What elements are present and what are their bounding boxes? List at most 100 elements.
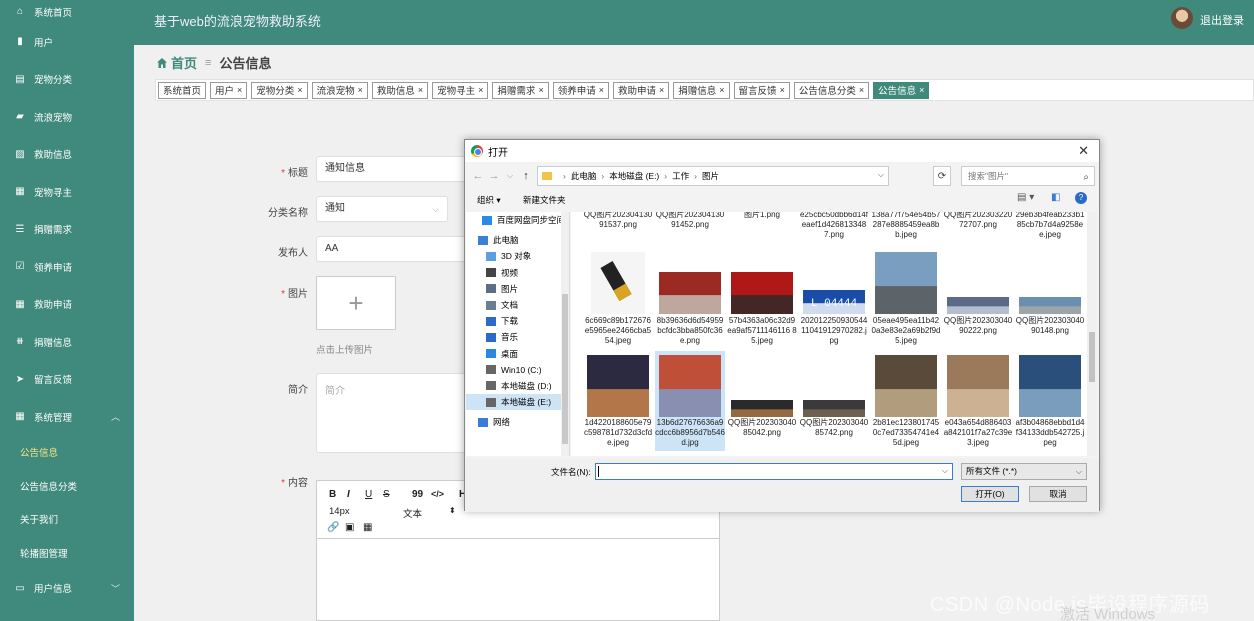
close-icon[interactable]: × <box>659 85 664 95</box>
file-name[interactable]: 6c669c89b172676e5965ee2466cba554.jpeg <box>583 316 653 346</box>
file-name[interactable]: 05eae495ea11b420a3e83e2a69b2f9d5.jpeg <box>871 316 941 346</box>
search-input[interactable]: 搜索"图片" ⌕ <box>961 166 1095 186</box>
file-thumbnail[interactable] <box>1019 355 1081 417</box>
filetype-select[interactable]: 所有文件 (*.*) ⌵ <box>961 463 1087 480</box>
strike-button[interactable]: S <box>383 489 390 500</box>
sidebar-subitem[interactable]: 公告信息 <box>0 436 134 470</box>
open-button[interactable]: 打开(O) <box>961 486 1019 502</box>
refresh-icon[interactable]: ⟳ <box>933 166 951 186</box>
tab[interactable]: 留言反馈 × <box>733 81 790 99</box>
sidebar-item[interactable]: ▦ 宠物寻主 <box>0 173 134 211</box>
file-name[interactable]: 图片1.png <box>727 212 797 220</box>
nav-pane-item[interactable]: 下载 <box>466 313 569 329</box>
file-name[interactable]: af3b04868ebbd1d4f34133ddb542725.jpeg <box>1015 418 1085 448</box>
tab[interactable]: 捐赠信息 × <box>673 81 730 99</box>
path-box[interactable]: › 此电脑 › 本地磁盘 (E:) › 工作 › 图片 ⌵ <box>537 166 889 186</box>
up-arrow-icon[interactable]: ↑ <box>519 170 533 182</box>
path-segment[interactable]: 工作 <box>672 170 689 182</box>
file-thumbnail[interactable] <box>947 355 1009 417</box>
sidebar-subitem[interactable]: 关于我们 <box>0 503 134 537</box>
image-upload-button[interactable]: + <box>316 276 396 330</box>
file-name[interactable]: QQ图片20230322072707.png <box>943 212 1013 230</box>
path-segment[interactable]: 图片 <box>702 170 719 182</box>
view-icon[interactable]: ▤ ▾ <box>1017 192 1034 203</box>
file-thumbnail[interactable] <box>659 355 721 417</box>
nav-pane-item[interactable]: 网络 <box>466 414 569 430</box>
file-name[interactable]: QQ图片20230304085042.png <box>727 418 797 438</box>
chevron-down-icon[interactable]: ⌵ <box>942 466 948 476</box>
file-name[interactable]: QQ图片20230304090148.png <box>1015 316 1085 336</box>
category-select[interactable]: 通知 ⌵ <box>316 196 448 222</box>
nav-pane-item[interactable]: 文档 <box>466 297 569 313</box>
file-thumbnail[interactable] <box>1019 297 1081 314</box>
image-icon[interactable]: ▣ <box>345 522 354 533</box>
file-name[interactable]: 20201225093054411041912970282.jpg <box>799 316 869 346</box>
cancel-button[interactable]: 取消 <box>1029 486 1087 502</box>
nav-pane-item[interactable]: 图片 <box>466 281 569 297</box>
file-name[interactable]: QQ图片20230304090222.png <box>943 316 1013 336</box>
file-name[interactable]: 29eb3b4feab233b185cb7b7d4a9258ee.jpeg <box>1015 212 1085 240</box>
title-input[interactable]: 通知信息 <box>316 156 466 182</box>
tab[interactable]: 领养申请 × <box>552 81 609 99</box>
file-thumbnail[interactable] <box>731 400 793 417</box>
file-thumbnail[interactable]: L 04444 <box>803 290 865 314</box>
close-icon[interactable]: × <box>358 85 363 95</box>
help-icon[interactable]: ? <box>1075 192 1087 204</box>
sidebar-item[interactable]: ⧻ 捐赠信息 <box>0 323 134 361</box>
nav-pane-item[interactable]: 本地磁盘 (D:) <box>466 378 569 394</box>
nav-pane-item[interactable]: Win10 (C:) <box>466 362 569 378</box>
file-scrollbar[interactable] <box>1087 212 1097 456</box>
nav-pane-item[interactable]: 3D 对象 <box>466 248 569 264</box>
quote-button[interactable]: 99 <box>412 489 423 500</box>
filename-input[interactable]: ⌵ <box>595 463 953 480</box>
tab[interactable]: 公告信息分类 × <box>793 81 870 99</box>
close-icon[interactable]: × <box>859 85 864 95</box>
sidebar-subitem[interactable]: 轮播图管理 <box>0 536 134 570</box>
nav-pane-item[interactable]: 视频 <box>466 265 569 281</box>
file-name[interactable]: QQ图片20230304085742.png <box>799 418 869 438</box>
close-icon[interactable]: × <box>780 85 785 95</box>
close-icon[interactable]: × <box>478 85 483 95</box>
path-segment[interactable]: 本地磁盘 (E:) <box>609 170 659 182</box>
logout-button[interactable]: 退出登录 <box>1200 12 1244 28</box>
file-thumbnail[interactable] <box>659 272 721 314</box>
recent-chevron-icon[interactable]: ⌵ <box>503 171 517 181</box>
italic-button[interactable]: I <box>347 489 350 500</box>
file-thumbnail[interactable] <box>947 297 1009 314</box>
file-thumbnail[interactable] <box>731 272 793 314</box>
close-icon[interactable]: × <box>538 85 543 95</box>
intro-textarea[interactable]: 简介 <box>316 373 466 453</box>
close-icon[interactable]: × <box>919 85 924 95</box>
forward-arrow-icon[interactable]: → <box>487 170 501 182</box>
file-thumbnail[interactable] <box>875 252 937 314</box>
sidebar-item[interactable]: ▭ 用户信息 ﹀ <box>0 570 134 608</box>
sidebar-item[interactable]: ☑ 领养申请 <box>0 248 134 286</box>
sidebar-item[interactable]: ▨ 救助信息 <box>0 136 134 174</box>
file-thumbnail[interactable] <box>591 252 645 314</box>
tab[interactable]: 救助申请 × <box>612 81 670 99</box>
preview-pane-icon[interactable]: ◧ <box>1051 192 1060 203</box>
file-name[interactable]: e043a654d886403a842101f7a27c39e3.jpeg <box>943 418 1013 448</box>
avatar[interactable] <box>1171 7 1193 29</box>
file-thumbnail[interactable] <box>875 355 937 417</box>
file-name[interactable]: 1d4220188605e79c598781d732d3cfde.jpeg <box>583 418 653 448</box>
tab[interactable]: 救助信息 × <box>371 81 429 99</box>
sidebar-item[interactable]: ▰ 流浪宠物 <box>0 98 134 136</box>
link-icon[interactable]: 🔗 <box>327 522 339 533</box>
close-icon[interactable]: ✕ <box>1078 143 1089 159</box>
back-arrow-icon[interactable]: ← <box>471 170 485 182</box>
publisher-input[interactable]: AA <box>316 236 466 262</box>
sidebar-item[interactable]: ➤ 留言反馈 <box>0 361 134 399</box>
file-name[interactable]: e25cbc50dbb6d14feaef1d4268133487.png <box>799 212 869 240</box>
file-name[interactable]: 2b81ec1238017450c7ed73354741e45d.jpeg <box>871 418 941 448</box>
sidebar-item[interactable]: ▤ 宠物分类 <box>0 61 134 99</box>
file-name[interactable]: QQ图片20230413091537.png <box>583 212 653 230</box>
path-segment[interactable]: 此电脑 <box>571 170 597 182</box>
close-icon[interactable]: × <box>599 85 604 95</box>
font-size-select[interactable]: 14px <box>329 506 350 517</box>
underline-button[interactable]: U <box>365 489 372 500</box>
file-name[interactable]: 138a77f754e54b57287e8885459ea8bb.jpeg <box>871 212 941 240</box>
tab[interactable]: 流浪宠物 × <box>311 81 368 99</box>
text-type-select[interactable]: 文本 <box>403 506 422 520</box>
tab[interactable]: 公告信息 × <box>873 81 930 99</box>
